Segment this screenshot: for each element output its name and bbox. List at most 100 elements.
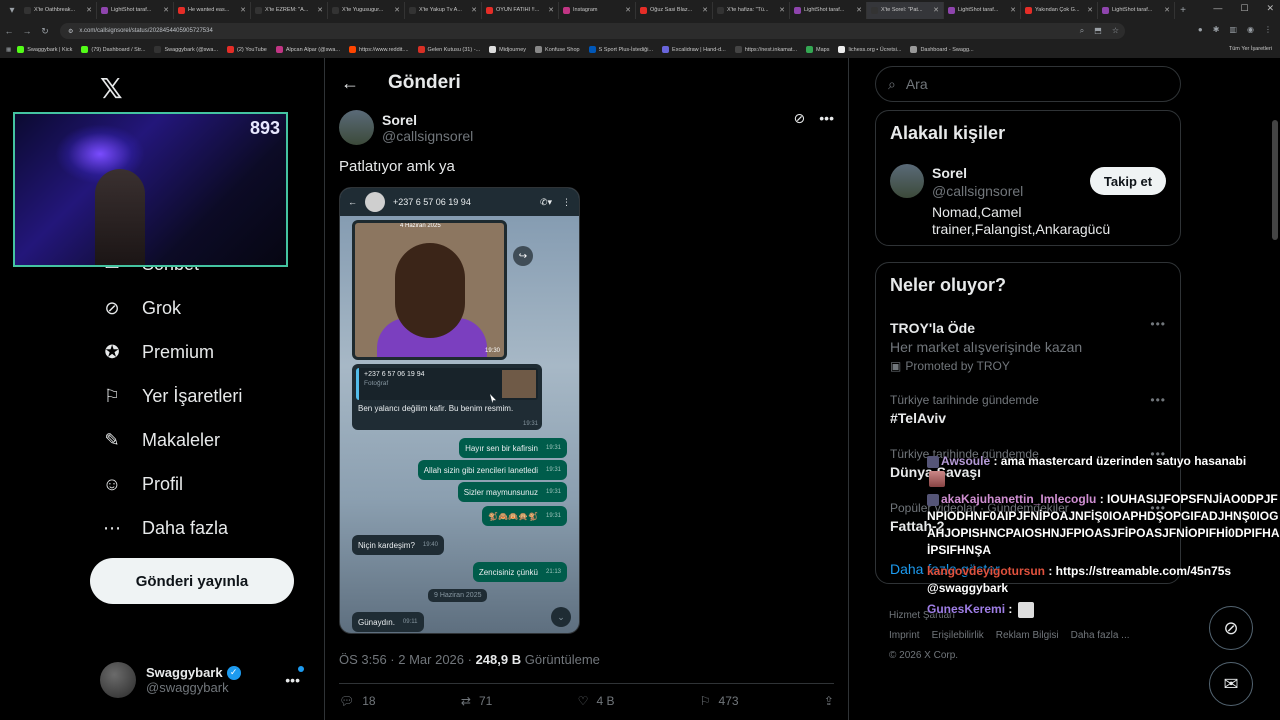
minimize-icon[interactable]: — — [1213, 3, 1222, 14]
messages-fab-icon[interactable]: ✉ — [1209, 662, 1253, 706]
nav-item-grok[interactable]: ⊘ Grok — [100, 296, 181, 320]
browser-tab[interactable]: OYUN FATIHI !!... ✕ — [482, 1, 559, 19]
related-name[interactable]: Sorel — [932, 165, 967, 181]
tab-close-icon[interactable]: ✕ — [1087, 6, 1093, 14]
author-avatar[interactable] — [339, 110, 374, 145]
back-arrow-icon[interactable]: ← — [341, 73, 359, 94]
tab-close-icon[interactable]: ✕ — [933, 6, 939, 14]
grok-icon[interactable]: ⊘ — [794, 110, 806, 127]
new-tab-icon[interactable]: + — [1175, 2, 1191, 18]
bookmark-item[interactable]: https://www.reddit.... — [349, 46, 409, 53]
zoom-icon[interactable]: ⌕ — [1080, 26, 1084, 36]
browser-tab[interactable]: LightShot taraf... ✕ — [97, 1, 174, 19]
author-name[interactable]: Sorel — [382, 112, 473, 128]
nav-item-profil[interactable]: ☺ Profil — [100, 472, 183, 496]
bookmark-item[interactable]: Swaggybark (@swa... — [154, 46, 218, 53]
nav-item-premium[interactable]: ✪ Premium — [100, 340, 214, 364]
forward-icon[interactable]: → — [18, 26, 36, 36]
apps-icon[interactable]: ▦ — [6, 47, 11, 53]
post-button[interactable]: Gönderi yayınla — [90, 558, 294, 604]
tab-close-icon[interactable]: ✕ — [394, 6, 400, 14]
bookmark-item[interactable]: (2) YouTube — [227, 46, 267, 53]
follow-button[interactable]: Takip et — [1090, 167, 1166, 195]
browser-tab[interactable]: He wanted eas... ✕ — [174, 1, 251, 19]
repost-button[interactable]: ⇄ 71 — [461, 694, 492, 708]
site-info-icon[interactable]: ⚙ — [68, 28, 73, 35]
bookmark-button[interactable]: ⚐ 473 — [700, 694, 739, 708]
address-bar[interactable]: ⚙ x.com/callsignsorel/status/20284544059… — [60, 23, 1125, 39]
browser-tab[interactable]: Oğuz Sasi Blaz... ✕ — [636, 1, 713, 19]
account-switcher[interactable]: Swaggybark ✓ @swaggybark ••• — [100, 662, 310, 698]
extensions-puzzle-icon[interactable]: ✱ — [1213, 25, 1220, 34]
maximize-icon[interactable]: ☐ — [1240, 3, 1248, 14]
bookmark-item[interactable]: Midjourney — [489, 46, 526, 53]
trend-more-icon[interactable]: ••• — [1150, 317, 1166, 331]
like-button[interactable]: ♡ 4 B — [578, 694, 615, 708]
nav-item-yer-i-şaretleri[interactable]: ⚐ Yer İşaretleri — [100, 384, 242, 408]
bookmark-star-icon[interactable]: ☆ — [1112, 26, 1119, 36]
browser-tab[interactable]: X'te Yakup Tv A... ✕ — [405, 1, 482, 19]
bookmark-item[interactable]: S Sport Plus-İstediği... — [588, 46, 653, 53]
browser-tab[interactable]: LightShot taraf... ✕ — [790, 1, 867, 19]
nav-item-makaleler[interactable]: ✎ Makaleler — [100, 428, 220, 452]
tab-close-icon[interactable]: ✕ — [702, 6, 708, 14]
related-avatar[interactable] — [890, 164, 924, 198]
browser-tab[interactable]: X'te Oathbreak... ✕ — [20, 1, 97, 19]
bookmark-item[interactable]: Maps — [806, 46, 829, 53]
extension-icon[interactable]: ● — [1198, 25, 1203, 34]
trend-item[interactable]: Türkiye tarihinde gündemde #TelAviv ••• — [890, 393, 1168, 426]
footer-link[interactable]: Daha fazla ... — [1071, 630, 1130, 641]
bookmark-item[interactable]: Gelen Kutusu (31) -... — [417, 46, 480, 53]
post-author[interactable]: Sorel @callsignsorel — [339, 110, 473, 145]
grok-fab-icon[interactable]: ⊘ — [1209, 606, 1253, 650]
bookmark-item[interactable]: Alpcan Alpar (@swa... — [275, 46, 340, 53]
author-handle[interactable]: @callsignsorel — [382, 128, 473, 144]
footer-link[interactable]: Reklam Bilgisi — [996, 630, 1059, 641]
trend-item[interactable]: TROY'la Öde Her market alışverişinde kaza… — [890, 317, 1168, 373]
post-more-icon[interactable]: ••• — [819, 110, 834, 127]
browser-tab[interactable]: LightShot taraf... ✕ — [1098, 1, 1175, 19]
reply-button[interactable]: 💬︎ 18 — [339, 694, 376, 708]
close-window-icon[interactable]: ✕ — [1266, 3, 1274, 14]
bookmark-item[interactable]: lichess.org • Ücretsi... — [838, 46, 901, 53]
footer-link[interactable]: Imprint — [889, 630, 920, 641]
tab-search-icon[interactable]: ▾ — [4, 2, 20, 18]
post-media-image[interactable]: ← +237 6 57 06 19 94 ✆▾ ⋮ 4 Haziran 2025… — [339, 187, 580, 634]
bookmark-item[interactable]: Excalidraw | Hand-d... — [662, 46, 726, 53]
browser-tab[interactable]: Yakından Çok G... ✕ — [1021, 1, 1098, 19]
tab-close-icon[interactable]: ✕ — [471, 6, 477, 14]
related-handle[interactable]: @callsignsorel — [932, 183, 1023, 199]
install-icon[interactable]: ⬒ — [1094, 26, 1102, 36]
tab-close-icon[interactable]: ✕ — [625, 6, 631, 14]
tab-close-icon[interactable]: ✕ — [1010, 6, 1016, 14]
bookmark-item[interactable]: https://nest.inkamat... — [734, 46, 797, 53]
sidebar-icon[interactable]: ▥ — [1229, 25, 1237, 34]
browser-tab[interactable]: X'te hafiza: "Tü... ✕ — [713, 1, 790, 19]
share-button[interactable]: ⇪ — [824, 694, 834, 708]
bookmark-item[interactable]: Swaggybark | Kick — [17, 46, 72, 53]
back-icon[interactable]: ← — [0, 26, 18, 36]
browser-tab[interactable]: X'te Sorel: "Pat... ✕ — [867, 1, 944, 19]
tab-close-icon[interactable]: ✕ — [1164, 6, 1170, 14]
trend-more-icon[interactable]: ••• — [1150, 393, 1166, 407]
post-time[interactable]: ÖS 3:56 · 2 Mar 2026 · — [339, 652, 476, 667]
bookmark-item[interactable]: Dashboard - Swagg... — [910, 46, 974, 53]
tab-close-icon[interactable]: ✕ — [856, 6, 862, 14]
tab-close-icon[interactable]: ✕ — [86, 6, 92, 14]
footer-link[interactable]: Erişilebilirlik — [932, 630, 984, 641]
nav-item-daha-fazla[interactable]: ⋯ Daha fazla — [100, 516, 228, 540]
browser-tab[interactable]: X'te EZREM: "A... ✕ — [251, 1, 328, 19]
browser-tab[interactable]: LightShot taraf... ✕ — [944, 1, 1021, 19]
account-more-icon[interactable]: ••• — [285, 672, 300, 688]
search-input[interactable]: ⌕ Ara — [875, 66, 1181, 102]
profile-avatar-icon[interactable]: ◉ — [1247, 25, 1254, 34]
bookmark-item[interactable]: Konfuse Shop — [535, 46, 580, 53]
x-logo-icon[interactable]: 𝕏 — [100, 72, 123, 105]
tab-close-icon[interactable]: ✕ — [548, 6, 554, 14]
tab-close-icon[interactable]: ✕ — [317, 6, 323, 14]
browser-tab[interactable]: Instagram ✕ — [559, 1, 636, 19]
reload-icon[interactable]: ↻ — [36, 26, 54, 37]
scrollbar[interactable] — [1272, 120, 1278, 240]
bookmark-item[interactable]: (79) Dashboard / Str... — [81, 46, 145, 53]
tab-close-icon[interactable]: ✕ — [240, 6, 246, 14]
